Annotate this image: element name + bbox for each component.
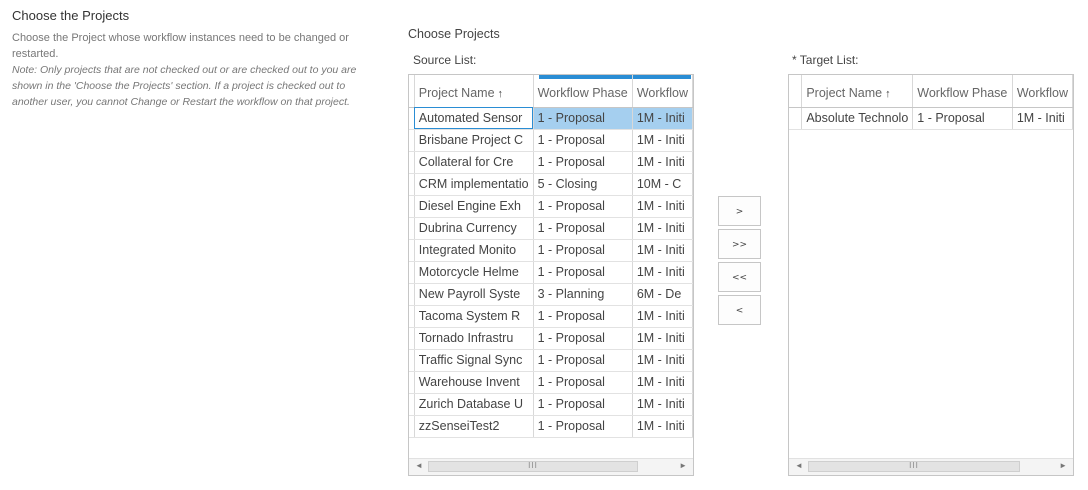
cell-workflow-phase[interactable]: 5 - Closing	[533, 173, 633, 196]
column-header-workflow[interactable]: Workflow	[1012, 75, 1073, 108]
cell-project-name[interactable]: Absolute Technolo	[801, 107, 914, 130]
table-row[interactable]: Motorcycle Helme 1 - Proposal 1M - Initi	[409, 261, 693, 284]
cell-workflow-phase[interactable]: 1 - Proposal	[912, 107, 1013, 130]
cell-workflow-phase[interactable]: 1 - Proposal	[533, 129, 633, 152]
table-row[interactable]: Diesel Engine Exh 1 - Proposal 1M - Initi	[409, 195, 693, 218]
cell-workflow-phase[interactable]: 1 - Proposal	[533, 327, 633, 350]
scroll-thumb[interactable]: III	[428, 461, 638, 472]
cell-workflow-phase[interactable]: 1 - Proposal	[533, 195, 633, 218]
cell-workflow[interactable]: 10M - C	[632, 173, 693, 196]
section-description: Choose the Project whose workflow instan…	[12, 32, 349, 60]
cell-workflow[interactable]: 6M - De	[632, 283, 693, 306]
row-selector[interactable]	[789, 107, 803, 130]
sort-ascending-icon: ↑	[885, 87, 891, 100]
scroll-left-icon[interactable]: ◄	[795, 461, 803, 470]
column-header-workflow-phase[interactable]: Workflow Phase	[912, 75, 1013, 108]
row-header-corner	[789, 75, 803, 108]
table-row[interactable]: Zurich Database U1 - Proposal 1M - Initi	[409, 393, 693, 416]
source-list-label: Source List:	[413, 53, 477, 67]
scroll-left-icon[interactable]: ◄	[415, 461, 423, 470]
table-row[interactable]: Traffic Signal Sync 1 - Proposal 1M - Init…	[409, 349, 693, 372]
move-all-button[interactable]: >>	[718, 229, 761, 259]
table-row[interactable]: Tornado Infrastru 1 - Proposal 1M - Initi	[409, 327, 693, 350]
cell-workflow[interactable]: 1M - Initi	[632, 195, 693, 218]
cell-project-name[interactable]: Integrated Monito	[414, 239, 534, 262]
source-list-grid[interactable]: Project Name ↑ Workflow Phase Workflow Au…	[408, 74, 694, 476]
cell-workflow[interactable]: 1M - Initi	[632, 393, 693, 416]
table-row[interactable]: Brisbane Project C1 - Proposal 1M - Initi	[409, 129, 693, 152]
cell-workflow-phase[interactable]: 3 - Planning	[533, 283, 633, 306]
cell-workflow-phase[interactable]: 1 - Proposal	[533, 239, 633, 262]
table-row[interactable]: Warehouse Invent 1 - Proposal 1M - Initi	[409, 371, 693, 394]
table-row[interactable]: Dubrina Currency 1 - Proposal 1M - Initi	[409, 217, 693, 240]
cell-workflow-phase[interactable]: 1 - Proposal	[533, 393, 633, 416]
cell-workflow[interactable]: 1M - Initi	[632, 261, 693, 284]
cell-workflow[interactable]: 1M - Initi	[632, 129, 693, 152]
cell-workflow[interactable]: 1M - Initi	[632, 327, 693, 350]
column-header-project-name[interactable]: Project Name ↑	[801, 75, 914, 108]
table-row[interactable]: Absolute Technolo 1 - Proposal 1M - Initi	[789, 107, 1073, 130]
cell-workflow-phase[interactable]: 1 - Proposal	[533, 349, 633, 372]
cell-workflow[interactable]: 1M - Initi	[632, 217, 693, 240]
table-row[interactable]: New Payroll Syste 3 - Planning 6M - De	[409, 283, 693, 306]
target-list-grid[interactable]: Project Name ↑ Workflow Phase Workflow Ab…	[788, 74, 1074, 476]
cell-project-name[interactable]: Tornado Infrastru	[414, 327, 534, 350]
choose-projects-label: Choose Projects	[408, 27, 500, 41]
table-row[interactable]: Automated Sensor 1 - Proposal 1M - Initi	[409, 107, 693, 130]
cell-workflow-phase[interactable]: 1 - Proposal	[533, 371, 633, 394]
remove-selected-button[interactable]: <	[718, 295, 761, 325]
target-table: Project Name ↑ Workflow Phase Workflow Ab…	[789, 75, 1073, 130]
cell-project-name[interactable]: Diesel Engine Exh	[414, 195, 534, 218]
cell-project-name[interactable]: Traffic Signal Sync	[414, 349, 534, 372]
target-list-label: * Target List:	[792, 53, 859, 67]
scroll-thumb[interactable]: III	[808, 461, 1020, 472]
sort-ascending-icon: ↑	[497, 87, 504, 100]
scroll-right-icon[interactable]: ►	[679, 461, 687, 470]
cell-workflow-phase[interactable]: 1 - Proposal	[533, 217, 633, 240]
cell-project-name[interactable]: Automated Sensor	[414, 107, 534, 130]
section-note: Note: Only projects that are not checked…	[12, 64, 357, 108]
cell-workflow-phase[interactable]: 1 - Proposal	[533, 261, 633, 284]
column-header-workflow[interactable]: Workflow	[632, 75, 693, 108]
table-row[interactable]: CRM implementatio 5 - Closing 10M - C	[409, 173, 693, 196]
cell-workflow-phase[interactable]: 1 - Proposal	[533, 415, 633, 438]
scroll-grip-icon: III	[528, 461, 538, 470]
cell-workflow[interactable]: 1M - Initi	[632, 415, 693, 438]
cell-project-name[interactable]: Warehouse Invent	[414, 371, 534, 394]
column-header-workflow-phase[interactable]: Workflow Phase	[533, 75, 633, 108]
table-row[interactable]: zzSenseiTest2 1 - Proposal 1M - Initi	[409, 415, 693, 438]
cell-project-name[interactable]: New Payroll Syste	[414, 283, 534, 306]
move-selected-button[interactable]: >	[718, 196, 761, 226]
cell-project-name[interactable]: Motorcycle Helme	[414, 261, 534, 284]
cell-project-name[interactable]: zzSenseiTest2	[414, 415, 534, 438]
cell-workflow[interactable]: 1M - Initi	[632, 151, 693, 174]
table-row[interactable]: Integrated Monito 1 - Proposal 1M - Initi	[409, 239, 693, 262]
cell-workflow[interactable]: 1M - Initi	[632, 239, 693, 262]
cell-project-name[interactable]: Collateral for Cre	[414, 151, 534, 174]
cell-project-name[interactable]: CRM implementatio	[414, 173, 534, 196]
remove-all-button[interactable]: <<	[718, 262, 761, 292]
cell-workflow[interactable]: 1M - Initi	[1012, 107, 1073, 130]
cell-workflow[interactable]: 1M - Initi	[632, 107, 693, 130]
cell-project-name[interactable]: Dubrina Currency	[414, 217, 534, 240]
source-table: Project Name ↑ Workflow Phase Workflow Au…	[409, 75, 693, 438]
cell-workflow[interactable]: 1M - Initi	[632, 371, 693, 394]
cell-workflow-phase[interactable]: 1 - Proposal	[533, 107, 633, 130]
section-title: Choose the Projects	[12, 8, 130, 23]
scroll-grip-icon: III	[909, 461, 919, 470]
cell-project-name[interactable]: Tacoma System R	[414, 305, 534, 328]
table-row[interactable]: Tacoma System R1 - Proposal 1M - Initi	[409, 305, 693, 328]
table-row[interactable]: Collateral for Cre 1 - Proposal 1M - Initi	[409, 151, 693, 174]
cell-workflow[interactable]: 1M - Initi	[632, 349, 693, 372]
cell-workflow[interactable]: 1M - Initi	[632, 305, 693, 328]
source-horizontal-scrollbar[interactable]: ◄ III ►	[409, 458, 693, 475]
target-horizontal-scrollbar[interactable]: ◄ III ►	[789, 458, 1073, 475]
instructions-panel: Choose the Projects Choose the Project w…	[12, 8, 367, 110]
column-header-project-name[interactable]: Project Name ↑	[414, 75, 534, 108]
cell-project-name[interactable]: Zurich Database U	[414, 393, 534, 416]
cell-project-name[interactable]: Brisbane Project C	[414, 129, 534, 152]
scroll-right-icon[interactable]: ►	[1059, 461, 1067, 470]
cell-workflow-phase[interactable]: 1 - Proposal	[533, 305, 633, 328]
cell-workflow-phase[interactable]: 1 - Proposal	[533, 151, 633, 174]
